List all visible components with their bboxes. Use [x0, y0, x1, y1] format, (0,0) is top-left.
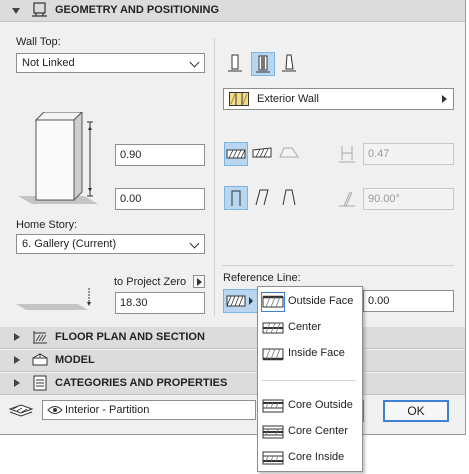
angle-icon — [336, 189, 358, 209]
hatch-fill-icon — [226, 149, 246, 159]
section-categories-title: CATEGORIES AND PROPERTIES — [55, 377, 228, 389]
wall-fill-slanted-button[interactable] — [251, 142, 275, 166]
chevron-down-icon — [189, 238, 200, 249]
menu-item-core-center[interactable]: Core Center — [258, 419, 360, 445]
composite-select[interactable]: Exterior Wall — [223, 88, 454, 110]
wall-preview-graphic — [14, 110, 106, 212]
reference-line-icon — [226, 295, 253, 307]
reference-offset-value: 0.00 — [368, 295, 390, 307]
layer-select[interactable]: Interior - Partition — [42, 400, 256, 420]
reference-line-popup-button[interactable] — [223, 289, 258, 313]
collapse-arrow-icon[interactable] — [12, 8, 20, 14]
composite-name: Exterior Wall — [257, 93, 319, 105]
reference-offset-field[interactable]: 0.00 — [363, 290, 454, 312]
to-project-zero-field[interactable]: 18.30 — [115, 292, 205, 314]
section-model-title: MODEL — [55, 354, 95, 366]
reference-line-menu: Outside Face Center Inside Face Core Out… — [257, 286, 363, 472]
section-geometry-header[interactable]: GEOMETRY AND POSITIONING — [0, 0, 465, 22]
straight-wall-button[interactable] — [224, 52, 248, 76]
thickness-value: 0.47 — [368, 148, 390, 160]
triangle-right-icon — [442, 95, 447, 103]
trapezoid-profile-icon — [282, 189, 296, 206]
wall-top-select[interactable]: Not Linked — [16, 53, 205, 73]
center-icon — [262, 319, 284, 337]
triangle-right-icon — [197, 278, 202, 286]
menu-item-center[interactable]: Center — [258, 315, 360, 341]
composite-icon — [229, 92, 249, 106]
column-divider — [214, 38, 215, 316]
trapezoid-wall-icon — [282, 54, 296, 72]
slanted-wall-button[interactable] — [251, 52, 275, 76]
wall-top-value: Not Linked — [22, 57, 75, 69]
straight-profile-icon — [231, 190, 241, 206]
layer-value: Interior - Partition — [65, 404, 150, 416]
eye-icon — [47, 404, 63, 416]
ok-button[interactable]: OK — [383, 400, 449, 422]
menu-item-label: Inside Face — [288, 347, 345, 359]
thickness-icon — [336, 144, 358, 164]
floor-plan-icon — [31, 329, 49, 345]
thickness-field[interactable]: 0.47 — [363, 143, 454, 165]
wall-fill-profile-button[interactable] — [278, 142, 302, 166]
slanted-wall-icon — [256, 55, 270, 73]
reference-line-label: Reference Line: — [223, 272, 301, 284]
menu-item-inside-face[interactable]: Inside Face — [258, 341, 360, 367]
menu-item-label: Core Inside — [288, 451, 345, 463]
menu-item-core-inside[interactable]: Core Inside — [258, 445, 360, 471]
model-icon — [31, 352, 49, 368]
reference-level-button[interactable] — [193, 275, 205, 288]
outside-face-icon — [261, 292, 285, 312]
trapezoid-wall-button[interactable] — [278, 52, 302, 76]
categories-icon — [31, 375, 49, 391]
section-floor-plan-header[interactable]: FLOOR PLAN AND SECTION — [0, 327, 465, 349]
menu-item-outside-face[interactable]: Outside Face — [258, 289, 360, 315]
section-model-header[interactable]: MODEL — [0, 350, 465, 372]
expand-arrow-icon[interactable] — [14, 356, 20, 364]
slanted-profile-icon — [255, 189, 269, 206]
menu-item-label: Outside Face — [288, 295, 354, 307]
geometry-icon — [31, 2, 49, 18]
reference-line-divider — [222, 265, 454, 266]
home-story-label: Home Story: — [16, 219, 78, 231]
core-center-icon — [262, 423, 284, 441]
wall-fill-straight-button[interactable] — [224, 142, 248, 166]
wall-height-value: 0.90 — [120, 149, 142, 161]
wall-profile-slanted-button[interactable] — [251, 186, 275, 210]
core-inside-icon — [262, 449, 284, 467]
section-geometry-title: GEOMETRY AND POSITIONING — [55, 4, 219, 16]
expand-arrow-icon[interactable] — [14, 379, 20, 387]
chevron-down-icon — [189, 57, 200, 68]
to-project-zero-value: 18.30 — [120, 297, 148, 309]
section-categories-header[interactable]: CATEGORIES AND PROPERTIES — [0, 373, 465, 395]
inside-face-icon — [262, 345, 284, 363]
to-project-zero-label: to Project Zero — [114, 276, 187, 288]
angle-value: 90.00° — [368, 193, 400, 205]
wall-height-field[interactable]: 0.90 — [115, 144, 205, 166]
straight-wall-icon — [228, 54, 242, 72]
home-story-value: 6. Gallery (Current) — [22, 238, 117, 250]
profile-fill-icon — [279, 147, 299, 158]
menu-separator — [262, 380, 356, 381]
wall-profile-trapezoid-button[interactable] — [278, 186, 302, 210]
core-outside-icon — [262, 397, 284, 415]
layers-icon — [8, 402, 34, 418]
slanted-fill-icon — [252, 147, 272, 158]
wall-settings-dialog: GEOMETRY AND POSITIONING Wall Top: Not L… — [0, 0, 466, 435]
wall-top-label: Wall Top: — [16, 36, 61, 48]
menu-item-label: Center — [288, 321, 322, 333]
home-story-select[interactable]: 6. Gallery (Current) — [16, 234, 205, 254]
menu-item-label: Core Outside — [288, 399, 353, 411]
section-floor-plan-title: FLOOR PLAN AND SECTION — [55, 331, 205, 343]
base-offset-field[interactable]: 0.00 — [115, 188, 205, 210]
base-offset-value: 0.00 — [120, 193, 142, 205]
project-zero-icon — [14, 286, 94, 314]
expand-arrow-icon[interactable] — [14, 333, 20, 341]
menu-item-label: Core Center — [288, 425, 348, 437]
angle-field[interactable]: 90.00° — [363, 188, 454, 210]
menu-item-core-outside[interactable]: Core Outside — [258, 393, 360, 419]
wall-profile-straight-button[interactable] — [224, 186, 248, 210]
